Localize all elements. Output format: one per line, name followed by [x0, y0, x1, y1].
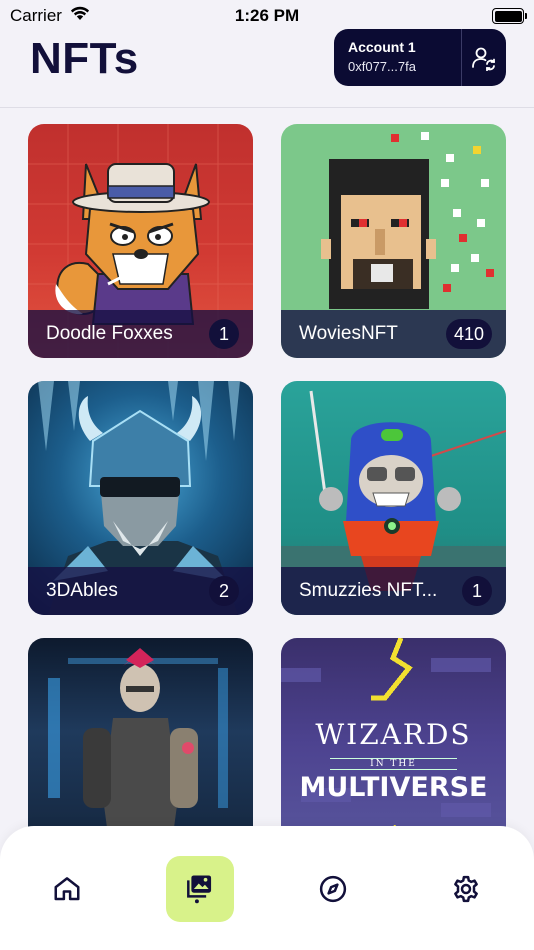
account-name: Account 1	[348, 39, 416, 55]
tab-explore[interactable]	[299, 856, 367, 922]
collection-card-footer: 3DAbles 2	[28, 567, 253, 615]
collection-card-footer: Smuzzies NFT... 1	[281, 567, 506, 615]
nft-collection-grid: Doodle Foxxes 1 WoviesNFT 410 3DAbles 2 …	[28, 124, 506, 872]
tab-home[interactable]	[33, 856, 101, 922]
status-left: Carrier	[10, 6, 90, 26]
collection-name: WoviesNFT	[299, 323, 398, 344]
collection-card-footer: Doodle Foxxes 1	[28, 310, 253, 358]
wizards-line-3: MULTIVERSE	[299, 772, 488, 803]
collection-name: 3DAbles	[46, 580, 118, 601]
collection-count-badge: 410	[445, 319, 492, 349]
collection-count-badge: 2	[209, 576, 239, 606]
gear-icon	[454, 875, 478, 903]
home-icon	[54, 877, 80, 901]
nft-gallery-icon	[187, 875, 212, 904]
collection-card-smuzzies[interactable]: Smuzzies NFT... 1	[281, 381, 506, 615]
wizards-title-art: WIZARDS IN THE MULTIVERSE	[281, 718, 506, 803]
page-title: NFTs	[30, 34, 139, 83]
compass-icon	[319, 875, 347, 903]
battery-icon	[492, 8, 527, 24]
tab-settings[interactable]	[432, 856, 500, 922]
collection-card-3dables[interactable]: 3DAbles 2	[28, 381, 253, 615]
collection-card-footer: WoviesNFT 410	[281, 310, 506, 358]
tab-nfts[interactable]	[166, 856, 234, 922]
wizards-line-1: WIZARDS	[315, 718, 472, 751]
header: NFTs Account 1 0xf077...7fa	[0, 28, 534, 108]
collection-count-badge: 1	[209, 319, 239, 349]
bottom-tab-bar	[0, 826, 534, 950]
account-address: 0xf077...7fa	[348, 59, 416, 74]
account-info[interactable]: Account 1 0xf077...7fa	[334, 29, 462, 86]
collection-card-doodle-foxxes[interactable]: Doodle Foxxes 1	[28, 124, 253, 358]
wifi-icon	[70, 6, 90, 26]
collection-card-woviesnft[interactable]: WoviesNFT 410	[281, 124, 506, 358]
switch-account-icon	[472, 47, 495, 71]
switch-account-button[interactable]	[462, 29, 506, 86]
account-selector[interactable]: Account 1 0xf077...7fa	[334, 29, 506, 86]
collection-count-badge: 1	[462, 576, 492, 606]
carrier-label: Carrier	[10, 6, 62, 25]
collection-name: Doodle Foxxes	[46, 323, 173, 344]
wizards-line-2: IN THE	[330, 758, 457, 770]
collection-name: Smuzzies NFT...	[299, 580, 438, 601]
